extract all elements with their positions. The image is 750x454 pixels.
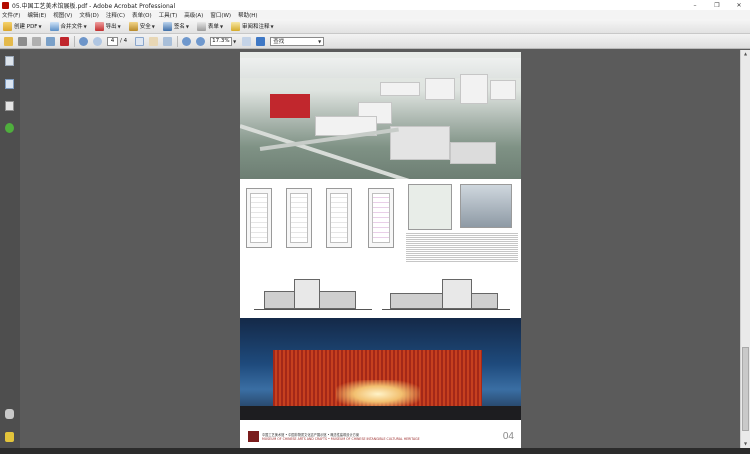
vertical-scrollbar[interactable]: ▲ ▼ xyxy=(740,50,750,448)
fit-page-icon[interactable] xyxy=(242,36,252,46)
export-icon xyxy=(94,21,104,31)
description-text-block xyxy=(406,232,518,262)
menu-forms[interactable]: 表单(O) xyxy=(132,11,152,19)
zoom-tool-icon[interactable] xyxy=(163,36,173,46)
print-icon[interactable] xyxy=(18,36,27,46)
window-controls: – ❐ ✕ xyxy=(684,0,750,10)
minimize-button[interactable]: – xyxy=(684,0,706,10)
pages-icon[interactable] xyxy=(5,56,14,66)
menu-edit[interactable]: 编辑(E) xyxy=(27,11,46,19)
navigation-toolbar: 4 / 4 17.3% ▼ 查找 ▼ xyxy=(0,34,750,49)
chevron-down-icon: ▼ xyxy=(219,23,224,29)
zoom-in-icon[interactable] xyxy=(196,36,206,46)
night-render-image xyxy=(240,318,521,420)
save-icon[interactable] xyxy=(32,36,41,46)
red-museum-building xyxy=(270,94,310,118)
page-total: / 4 xyxy=(120,38,128,44)
task-toolbar: 创建 PDF ▼ 合并文件 ▼ 导出 ▼ 安全 ▼ 签名 ▼ 表单 ▼ 审阅和注… xyxy=(0,19,750,34)
signatures-icon[interactable] xyxy=(5,101,14,111)
maximize-button[interactable]: ❐ xyxy=(706,0,728,10)
attachments-icon[interactable] xyxy=(5,409,14,419)
chevron-down-icon: ▼ xyxy=(83,23,87,29)
page-footer: 中国工艺美术馆 • 中国非物质文化遗产展示馆 • 概念性建筑设计方案 MUSEU… xyxy=(240,421,521,448)
zoom-out-icon[interactable] xyxy=(182,36,192,46)
combine-files-icon xyxy=(49,21,59,31)
close-button[interactable]: ✕ xyxy=(728,0,750,10)
window-title: 05.中国工艺美术馆展板.pdf - Adobe Acrobat Profess… xyxy=(12,2,176,10)
menu-tools[interactable]: 工具(T) xyxy=(159,11,178,19)
find-input[interactable]: 查找 ▼ xyxy=(270,36,325,46)
comment-icon xyxy=(231,21,241,31)
floor-plans-panel xyxy=(240,180,521,262)
footer-title-en: MUSEUM OF CHINESE ARTS AND CRAFTS • MUSE… xyxy=(262,437,420,441)
toolbar-divider xyxy=(74,35,75,47)
menu-bar: 文件(F) 编辑(E) 视图(V) 文档(D) 注释(C) 表单(O) 工具(T… xyxy=(0,10,750,19)
menu-file[interactable]: 文件(F) xyxy=(2,11,20,19)
museum-logo xyxy=(248,431,259,442)
menu-view[interactable]: 视图(V) xyxy=(53,11,72,19)
find-placeholder: 查找 xyxy=(273,39,285,45)
chevron-down-icon: ▼ xyxy=(318,38,322,44)
forms-button[interactable]: 表单 ▼ xyxy=(196,20,224,32)
previous-page-icon[interactable] xyxy=(79,36,88,46)
sections-panel xyxy=(240,266,521,316)
document-view[interactable]: 中国工艺美术馆 • 中国非物质文化遗产展示馆 • 概念性建筑设计方案 MUSEU… xyxy=(20,50,740,448)
chevron-down-icon: ▼ xyxy=(151,23,155,29)
hand-tool-icon[interactable] xyxy=(149,36,159,46)
create-pdf-button[interactable]: 创建 PDF ▼ xyxy=(3,20,42,32)
navigation-panel xyxy=(0,50,20,448)
menu-advanced[interactable]: 高级(A) xyxy=(184,11,203,19)
lock-icon xyxy=(128,21,138,31)
export-button[interactable]: 导出 ▼ xyxy=(94,20,121,32)
help-icon[interactable] xyxy=(5,123,14,133)
scroll-down-icon[interactable]: ▼ xyxy=(742,441,749,447)
page-number-input[interactable]: 4 xyxy=(107,36,118,46)
create-pdf-icon xyxy=(3,21,12,31)
chevron-down-icon: ▼ xyxy=(38,23,42,29)
chevron-down-icon: ▼ xyxy=(270,23,274,29)
chevron-down-icon: ▼ xyxy=(117,23,121,29)
acrobat-icon[interactable] xyxy=(60,36,69,46)
review-comment-button[interactable]: 审阅和注释 ▼ xyxy=(231,20,274,32)
forms-icon xyxy=(196,21,206,31)
comments-icon[interactable] xyxy=(5,432,14,442)
toolbar-divider xyxy=(177,35,179,47)
menu-comments[interactable]: 注释(C) xyxy=(106,11,125,19)
acrobat-app-icon xyxy=(2,1,9,9)
chevron-down-icon[interactable]: ▼ xyxy=(233,39,236,44)
fit-width-icon[interactable] xyxy=(256,36,266,46)
bookmarks-icon[interactable] xyxy=(5,79,14,89)
menu-window[interactable]: 窗口(W) xyxy=(210,11,231,19)
select-tool-icon[interactable] xyxy=(135,36,145,46)
chevron-down-icon: ▼ xyxy=(185,23,189,29)
menu-document[interactable]: 文档(D) xyxy=(79,11,99,19)
aerial-render-image xyxy=(240,52,521,179)
zoom-level-input[interactable]: 17.3% xyxy=(210,36,233,46)
secure-button[interactable]: 安全 ▼ xyxy=(128,20,155,32)
next-page-icon[interactable] xyxy=(93,36,102,46)
combine-files-button[interactable]: 合并文件 ▼ xyxy=(49,20,87,32)
pdf-page: 中国工艺美术馆 • 中国非物质文化遗产展示馆 • 概念性建筑设计方案 MUSEU… xyxy=(240,52,521,448)
title-bar: 05.中国工艺美术馆展板.pdf - Adobe Acrobat Profess… xyxy=(0,0,750,10)
pen-icon xyxy=(162,21,172,31)
status-bar xyxy=(0,448,750,454)
scroll-up-icon[interactable]: ▲ xyxy=(742,51,749,57)
sign-button[interactable]: 签名 ▼ xyxy=(162,20,189,32)
open-folder-icon[interactable] xyxy=(4,36,13,46)
email-icon[interactable] xyxy=(46,36,55,46)
menu-help[interactable]: 帮助(H) xyxy=(238,11,257,19)
page-number-label: 04 xyxy=(502,431,514,442)
scroll-thumb[interactable] xyxy=(742,347,749,431)
